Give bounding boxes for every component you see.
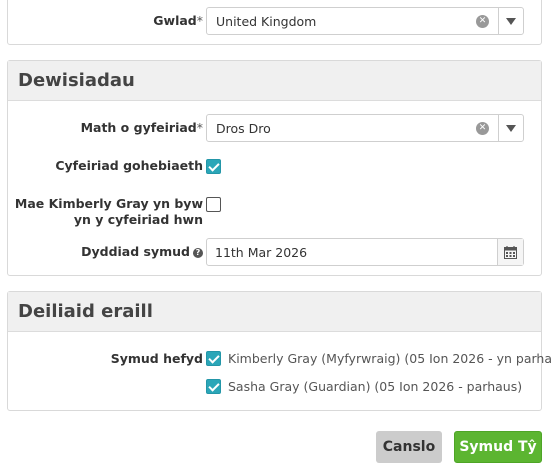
occupant-label: Sasha Gray (Guardian) (05 Ion 2026 - par… [228,379,523,394]
move-house-button[interactable]: Symud Tŷ [454,431,542,463]
options-heading: Dewisiadau [18,70,135,91]
occupant-row[interactable]: Kimberly Gray (Myfyrwraig) (05 Ion 2026 … [206,351,552,366]
other-occupants-heading: Deiliaid eraill [18,301,153,322]
move-date-label: Dyddiad symud? [81,244,203,260]
move-also-label: Symud hefyd [110,351,203,366]
help-icon[interactable]: ? [193,247,203,258]
correspondence-checkbox[interactable] [206,159,221,174]
address-type-label: Math o gyfeiriad* [80,120,203,135]
country-select[interactable]: United Kingdom ✕ [206,7,524,35]
clear-icon[interactable]: ✕ [476,121,489,135]
occupant-checkbox[interactable] [206,379,221,394]
chevron-down-icon[interactable] [499,17,523,25]
correspondence-label: Cyfeiriad gohebiaeth [55,158,203,173]
cancel-button[interactable]: Canslo [376,431,442,463]
other-occupants-header: Deiliaid eraill [8,292,541,332]
move-date-value: 11th Mar 2026 [215,244,308,260]
occupant-label: Kimberly Gray (Myfyrwraig) (05 Ion 2026 … [228,351,552,366]
occupant-checkbox[interactable] [206,351,221,366]
lives-here-checkbox[interactable] [206,197,221,212]
move-date-input[interactable]: 11th Mar 2026 [206,238,524,266]
clear-icon[interactable]: ✕ [476,14,489,28]
lives-here-label: Mae Kimberly Gray yn byw yn y cyfeiriad … [14,196,203,227]
address-type-select[interactable]: Dros Dro ✕ [206,114,524,142]
calendar-icon[interactable] [497,239,523,265]
chevron-down-icon[interactable] [499,124,523,132]
options-header: Dewisiadau [8,61,541,101]
country-label: Gwlad* [153,13,203,28]
country-value: United Kingdom [216,13,317,29]
address-type-value: Dros Dro [216,120,271,136]
occupant-row[interactable]: Sasha Gray (Guardian) (05 Ion 2026 - par… [206,379,522,394]
